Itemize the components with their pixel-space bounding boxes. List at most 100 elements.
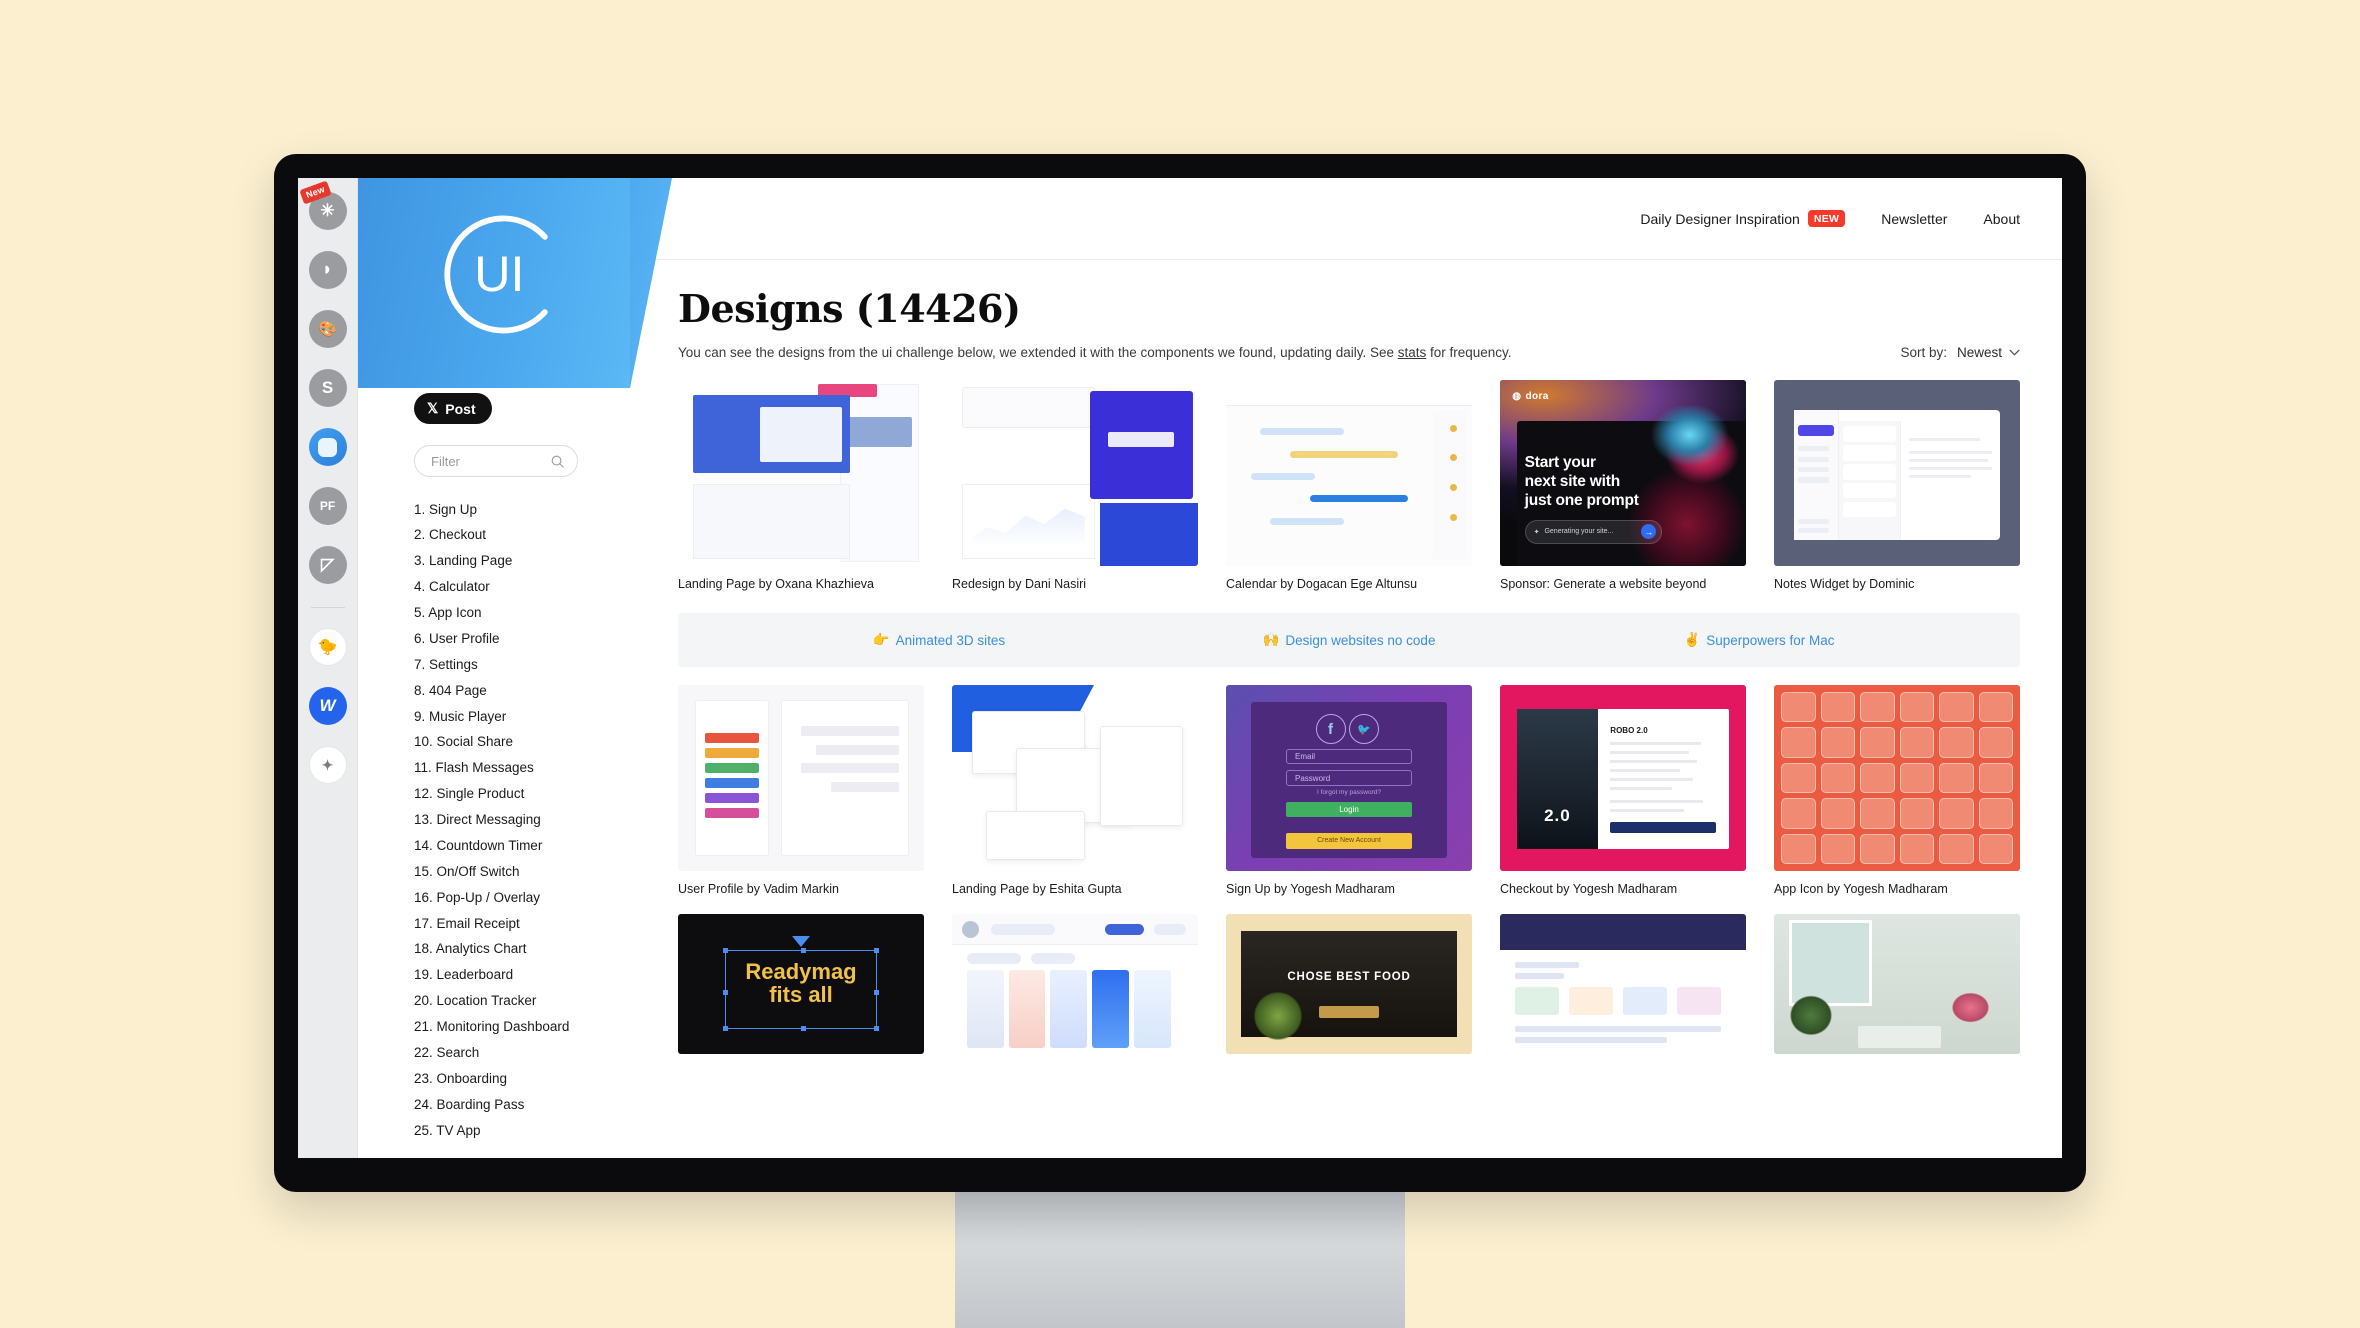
nav-about[interactable]: About bbox=[1983, 211, 2020, 227]
pocket-extension-icon[interactable]: ◗ bbox=[308, 251, 347, 289]
nav-newsletter[interactable]: Newsletter bbox=[1881, 211, 1947, 227]
list-item[interactable]: 9. Music Player bbox=[414, 704, 644, 730]
poster-title: 2.0 bbox=[1544, 806, 1571, 826]
sort-control: Sort by: Newest bbox=[1900, 345, 2020, 360]
pf-extension-icon[interactable]: PF bbox=[308, 487, 347, 525]
design-thumbnail bbox=[1774, 914, 2020, 1054]
sort-value: Newest bbox=[1956, 345, 2002, 360]
design-card[interactable]: Readymag fits all bbox=[678, 914, 924, 1054]
list-item[interactable]: 22. Search bbox=[414, 1040, 644, 1066]
palette-extension-icon[interactable]: 🎨 bbox=[308, 310, 347, 348]
design-caption: User Profile by Vadim Markin bbox=[678, 882, 839, 896]
list-item[interactable]: 21. Monitoring Dashboard bbox=[414, 1015, 644, 1041]
design-caption: Landing Page by Oxana Khazhieva bbox=[678, 577, 874, 591]
webflow-extension-icon[interactable]: W bbox=[308, 687, 347, 725]
list-item[interactable]: 23. Onboarding bbox=[414, 1066, 644, 1092]
sponsor-card[interactable]: dora Start your next site with just one … bbox=[1500, 380, 1746, 591]
pf-glyph: PF bbox=[319, 499, 336, 513]
wave-glyph: ◸ bbox=[320, 555, 335, 574]
list-item[interactable]: 7. Settings bbox=[414, 652, 644, 678]
design-card[interactable]: f 🐦 Email Password I forgot my password?… bbox=[1226, 685, 1472, 896]
order-title: ROBO 2.0 bbox=[1610, 726, 1648, 736]
search-icon bbox=[551, 455, 564, 468]
design-card[interactable]: Calendar by Dogacan Ege Altunsu bbox=[1226, 380, 1472, 591]
list-item[interactable]: 19. Leaderboard bbox=[414, 963, 644, 989]
facebook-icon: f bbox=[1315, 714, 1346, 745]
design-card[interactable] bbox=[952, 914, 1198, 1054]
list-item[interactable]: 6. User Profile bbox=[414, 626, 644, 652]
design-card[interactable]: Landing Page by Oxana Khazhieva bbox=[678, 380, 924, 591]
list-item[interactable]: 3. Landing Page bbox=[414, 549, 644, 575]
list-item[interactable]: 18. Analytics Chart bbox=[414, 937, 644, 963]
design-thumbnail bbox=[1500, 914, 1746, 1054]
design-card[interactable]: CHOSE BEST FOOD bbox=[1226, 914, 1472, 1054]
nav-daily-designer-inspiration[interactable]: Daily Designer Inspiration NEW bbox=[1640, 210, 1846, 227]
sort-label: Sort by: bbox=[1900, 345, 1947, 360]
x-post-button[interactable]: 𝕏 Post bbox=[414, 393, 492, 424]
list-item[interactable]: 12. Single Product bbox=[414, 782, 644, 808]
prompt-text: Generating your site... bbox=[1544, 528, 1614, 536]
post-label: Post bbox=[445, 400, 476, 417]
page-description: You can see the designs from the ui chal… bbox=[678, 345, 1512, 360]
thumb-art-user-profile bbox=[678, 685, 924, 871]
thumb-art-readymag: Readymag fits all bbox=[678, 914, 924, 1054]
sponsor-headline: Start your next site with just one promp… bbox=[1524, 454, 1639, 510]
design-card[interactable]: Notes Widget by Dominic bbox=[1774, 380, 2020, 591]
promo-link-no-code[interactable]: 🙌 Design websites no code bbox=[1144, 632, 1554, 648]
subtitle-row: You can see the designs from the ui chal… bbox=[678, 345, 2020, 360]
design-caption: Sign Up by Yogesh Madharam bbox=[1226, 882, 1395, 896]
design-card[interactable] bbox=[1500, 914, 1746, 1054]
thumb-art-moodboard bbox=[952, 914, 1198, 1054]
design-card[interactable]: 2.0 ROBO 2.0 Checkout by Yogesh Madharam bbox=[1500, 685, 1746, 896]
sponsor-thumbnail: dora Start your next site with just one … bbox=[1500, 380, 1746, 566]
arrow-right-icon: → bbox=[1641, 524, 1657, 540]
list-item[interactable]: 17. Email Receipt bbox=[414, 911, 644, 937]
designs-grid-row-1: Landing Page by Oxana Khazhieva Redesign… bbox=[678, 380, 2020, 591]
s-extension-icon[interactable]: S bbox=[308, 369, 347, 407]
design-card[interactable]: Redesign by Dani Nasiri bbox=[952, 380, 1198, 591]
list-item[interactable]: 1. Sign Up bbox=[414, 497, 644, 523]
list-item[interactable]: 5. App Icon bbox=[414, 601, 644, 627]
sort-select[interactable]: Newest bbox=[1957, 345, 2020, 360]
wave-extension-icon[interactable]: ◸ bbox=[308, 546, 347, 584]
list-item[interactable]: 24. Boarding Pass bbox=[414, 1092, 644, 1118]
list-item[interactable]: 16. Pop-Up / Overlay bbox=[414, 885, 644, 911]
filter-search-box[interactable] bbox=[414, 445, 578, 477]
list-item[interactable]: 2. Checkout bbox=[414, 523, 644, 549]
password-field: Password bbox=[1286, 770, 1412, 787]
website: UI 𝕏 Post Filter 1. Sign Up 2. Checkout … bbox=[358, 178, 2062, 1158]
thumb-art-interior-photo bbox=[1774, 914, 2020, 1054]
sparkle-glyph: ✦ bbox=[321, 756, 334, 773]
list-item[interactable]: 15. On/Off Switch bbox=[414, 859, 644, 885]
sponsor-prompt-pill: ✦ Generating your site... → bbox=[1524, 519, 1663, 544]
design-card[interactable]: Landing Page by Eshita Gupta bbox=[952, 685, 1198, 896]
browser-extension-rail: New ✳ ◗ 🎨 S PF ◸ 🐤 W ✦ bbox=[298, 178, 358, 1158]
sparkle-extension-icon[interactable]: ✦ bbox=[308, 746, 347, 784]
list-item[interactable]: 20. Location Tracker bbox=[414, 989, 644, 1015]
filter-input[interactable] bbox=[431, 453, 541, 469]
collectui-extension-icon[interactable] bbox=[308, 428, 347, 466]
promo-emoji: 🙌 bbox=[1262, 632, 1280, 647]
promo-link-superpowers-mac[interactable]: ✌️ Superpowers for Mac bbox=[1554, 632, 1964, 648]
design-caption: Redesign by Dani Nasiri bbox=[952, 577, 1087, 591]
list-item[interactable]: 25. TV App bbox=[414, 1118, 644, 1144]
list-item[interactable]: 8. 404 Page bbox=[414, 678, 644, 704]
asterisk-glyph: ✳ bbox=[320, 201, 335, 220]
stats-link[interactable]: stats bbox=[1398, 345, 1427, 360]
asterisk-extension-icon[interactable]: New ✳ bbox=[298, 180, 347, 230]
design-card[interactable] bbox=[1774, 914, 2020, 1054]
design-caption: App Icon by Yogesh Madharam bbox=[1774, 882, 1948, 896]
twitter-icon: 🐦 bbox=[1349, 714, 1379, 745]
promo-link-animated-3d[interactable]: 👉 Animated 3D sites bbox=[734, 632, 1144, 648]
design-card[interactable]: App Icon by Yogesh Madharam bbox=[1774, 685, 2020, 896]
list-item[interactable]: 11. Flash Messages bbox=[414, 756, 644, 782]
nav-new-badge: NEW bbox=[1807, 210, 1846, 227]
list-item[interactable]: 4. Calculator bbox=[414, 575, 644, 601]
design-card[interactable]: User Profile by Vadim Markin bbox=[678, 685, 924, 896]
list-item[interactable]: 13. Direct Messaging bbox=[414, 808, 644, 834]
promo-emoji: ✌️ bbox=[1683, 632, 1701, 647]
list-item[interactable]: 10. Social Share bbox=[414, 730, 644, 756]
thumb-art-app-icons bbox=[1774, 685, 2020, 871]
bird-extension-icon[interactable]: 🐤 bbox=[308, 628, 347, 666]
list-item[interactable]: 14. Countdown Timer bbox=[414, 833, 644, 859]
